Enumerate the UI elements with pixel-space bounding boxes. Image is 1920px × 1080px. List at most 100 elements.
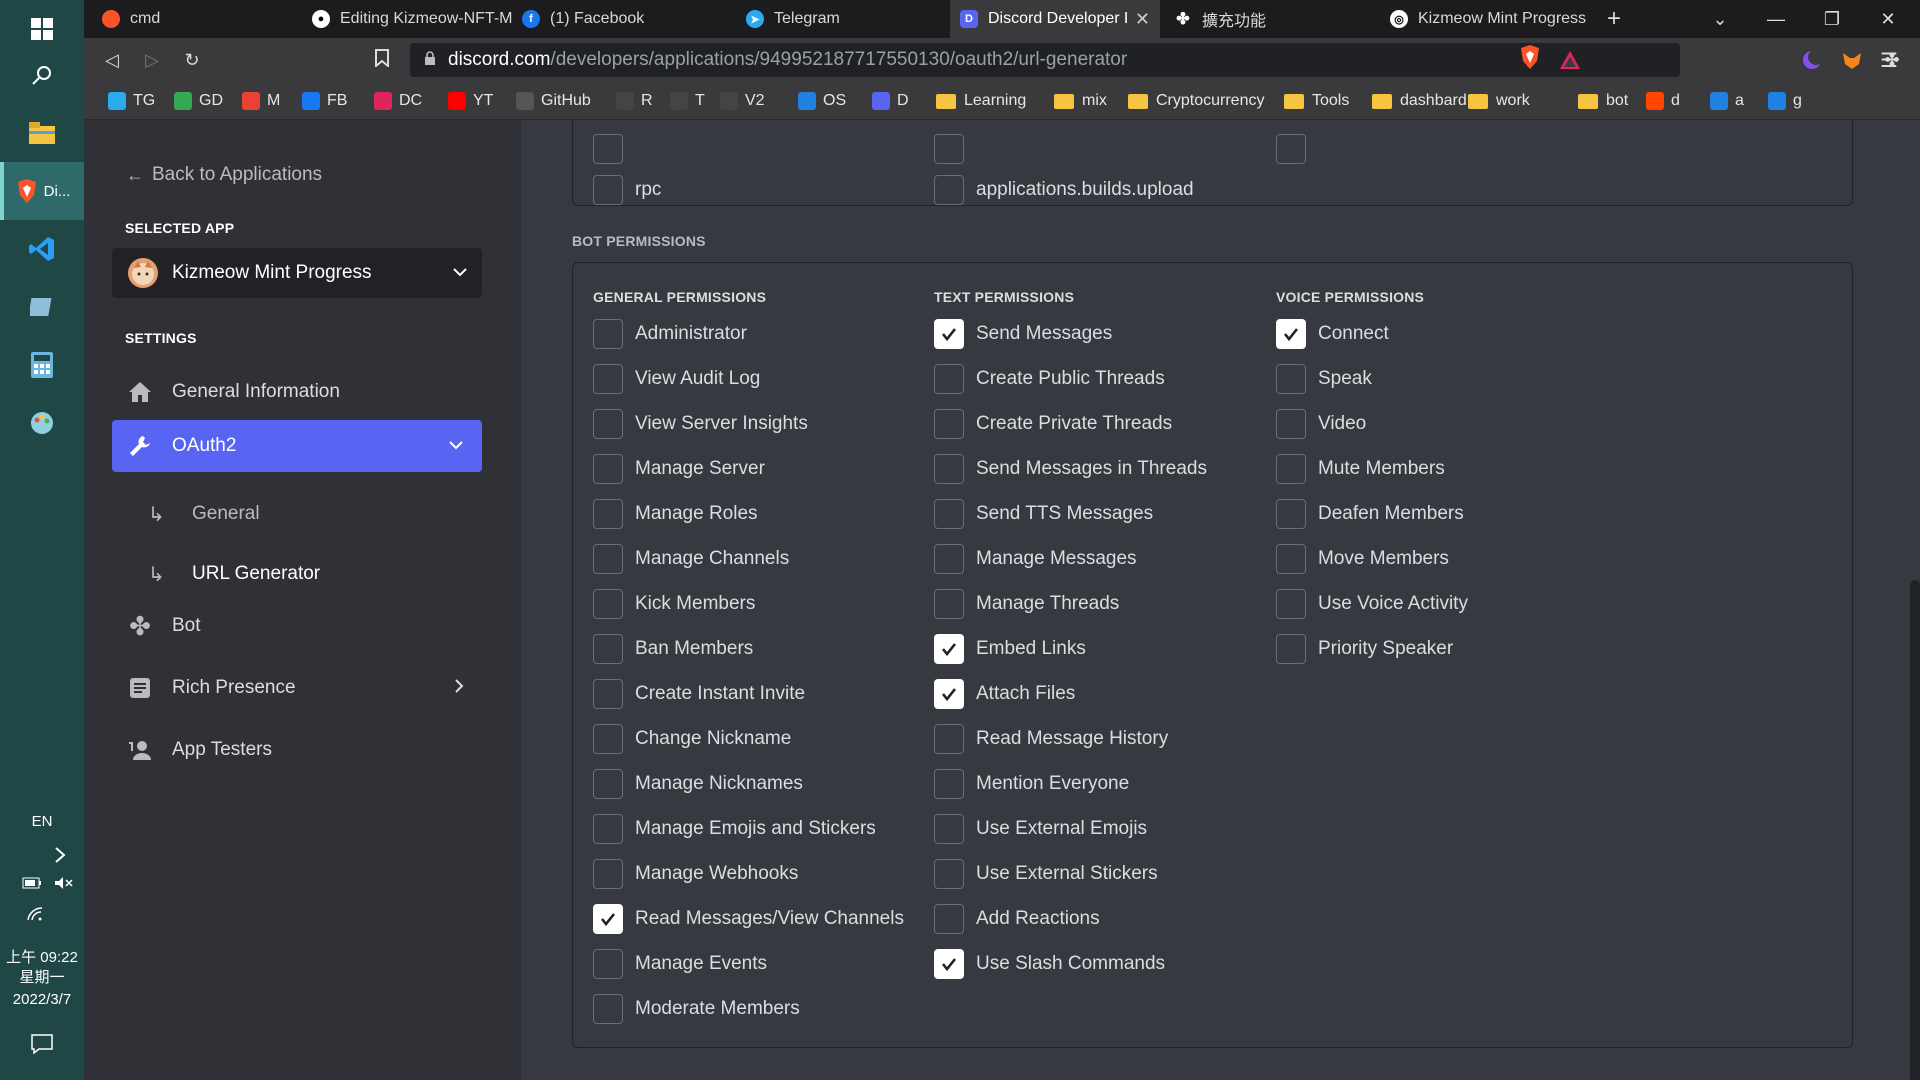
tab-cmd[interactable]: cmd (92, 0, 302, 38)
checkbox-unchecked[interactable] (593, 679, 623, 709)
bookmark-gd[interactable]: GD (174, 82, 223, 120)
brave-rewards-icon[interactable] (1558, 48, 1582, 72)
taskbar-search-button[interactable] (0, 46, 84, 104)
permission-kick-members[interactable]: Kick Members (593, 588, 755, 620)
permission-use-voice-activity[interactable]: Use Voice Activity (1276, 588, 1468, 620)
checkbox-unchecked[interactable] (934, 499, 964, 529)
permission-speak[interactable]: Speak (1276, 363, 1372, 395)
battery-icon[interactable] (22, 876, 42, 895)
checkbox-unchecked[interactable] (934, 769, 964, 799)
checkbox-unchecked[interactable] (593, 769, 623, 799)
sidebar-item-rich-presence[interactable]: Rich Presence (112, 662, 482, 714)
bookmark-tg[interactable]: TG (108, 82, 155, 120)
new-tab-button[interactable]: + (1590, 0, 1638, 38)
scope-applications-builds-upload[interactable]: applications.builds.upload (934, 174, 1194, 206)
permission-moderate-members[interactable]: Moderate Members (593, 993, 800, 1025)
bookmark-button[interactable] (366, 44, 398, 76)
back-to-applications-link[interactable]: ← Back to Applications (126, 164, 322, 186)
close-tab-icon[interactable]: ✕ (1135, 9, 1150, 30)
tab-kizmeow[interactable]: ◎ Kizmeow Mint Progress (1380, 0, 1590, 38)
checkbox-unchecked[interactable] (593, 454, 623, 484)
sidebar-item-app-testers[interactable]: App Testers (112, 724, 482, 776)
permission-read-messages-view-channels[interactable]: Read Messages/View Channels (593, 903, 904, 935)
checkbox-checked[interactable] (1276, 319, 1306, 349)
forward-button[interactable]: ▷ (136, 44, 168, 76)
permission-ban-members[interactable]: Ban Members (593, 633, 753, 665)
bookmark-g[interactable]: g (1768, 82, 1802, 120)
browser-menu-button[interactable]: ☰ (1880, 48, 1898, 73)
permission-embed-links[interactable]: Embed Links (934, 633, 1086, 665)
notification-center-button[interactable] (0, 1016, 84, 1072)
taskbar-explorer[interactable] (0, 104, 84, 162)
checkbox-unchecked[interactable] (1276, 364, 1306, 394)
permission-priority-speaker[interactable]: Priority Speaker (1276, 633, 1453, 665)
checkbox-unchecked[interactable] (1276, 589, 1306, 619)
bookmark-a[interactable]: a (1710, 82, 1744, 120)
taskbar-brave-active[interactable]: Di... (0, 162, 84, 220)
permission-mention-everyone[interactable]: Mention Everyone (934, 768, 1129, 800)
permission-video[interactable]: Video (1276, 408, 1366, 440)
permission-change-nickname[interactable]: Change Nickname (593, 723, 791, 755)
tab-discord-developer[interactable]: D Discord Developer P ✕ (950, 0, 1160, 38)
checkbox-unchecked[interactable] (1276, 499, 1306, 529)
checkbox-unchecked[interactable] (934, 589, 964, 619)
checkbox-unchecked[interactable] (934, 904, 964, 934)
bookmark-m[interactable]: M (242, 82, 280, 120)
app-selector-dropdown[interactable]: Kizmeow Mint Progress (112, 248, 482, 298)
close-window-button[interactable]: ✕ (1860, 0, 1916, 38)
permission-deafen-members[interactable]: Deafen Members (1276, 498, 1464, 530)
checkbox-unchecked[interactable] (593, 814, 623, 844)
permission-send-messages-in-threads[interactable]: Send Messages in Threads (934, 453, 1207, 485)
checkbox-unchecked[interactable] (1276, 454, 1306, 484)
permission-view-server-insights[interactable]: View Server Insights (593, 408, 808, 440)
minimize-button[interactable]: — (1748, 0, 1804, 38)
tray-expand-button[interactable] (0, 828, 84, 882)
bookmark-mix[interactable]: mix (1054, 82, 1107, 120)
sidebar-item-oauth2[interactable]: OAuth2 (112, 420, 482, 472)
bookmark-cryptocurrency[interactable]: Cryptocurrency (1128, 82, 1264, 120)
tab-facebook[interactable]: f (1) Facebook (512, 0, 722, 38)
clock-weekday[interactable]: 星期一 (0, 968, 84, 988)
bookmark-dc[interactable]: DC (374, 82, 422, 120)
scope-checkbox-partial-3[interactable] (1276, 133, 1318, 165)
checkbox-unchecked[interactable] (934, 364, 964, 394)
permission-mute-members[interactable]: Mute Members (1276, 453, 1445, 485)
checkbox-checked[interactable] (934, 634, 964, 664)
scope-rpc[interactable]: rpc (593, 174, 661, 206)
checkbox-checked[interactable] (934, 679, 964, 709)
permission-manage-threads[interactable]: Manage Threads (934, 588, 1119, 620)
brave-shields-icon[interactable] (1518, 45, 1542, 69)
bookmark-v2[interactable]: V2 (720, 82, 765, 120)
checkbox-unchecked[interactable] (593, 724, 623, 754)
taskbar-calculator[interactable] (0, 336, 84, 394)
permission-use-external-stickers[interactable]: Use External Stickers (934, 858, 1158, 890)
bookmark-dashbard[interactable]: dashbard (1372, 82, 1467, 120)
permission-view-audit-log[interactable]: View Audit Log (593, 363, 760, 395)
checkbox-unchecked[interactable] (934, 409, 964, 439)
permission-move-members[interactable]: Move Members (1276, 543, 1449, 575)
checkbox-unchecked[interactable] (593, 544, 623, 574)
checkbox-unchecked[interactable] (593, 589, 623, 619)
permission-create-instant-invite[interactable]: Create Instant Invite (593, 678, 805, 710)
bookmark-github[interactable]: GitHub (516, 82, 591, 120)
checkbox-unchecked[interactable] (593, 409, 623, 439)
bookmark-fb[interactable]: FB (302, 82, 347, 120)
scrollbar[interactable] (1910, 580, 1920, 1080)
scope-checkbox-partial-1[interactable] (593, 133, 635, 165)
checkbox-unchecked[interactable] (593, 949, 623, 979)
permission-attach-files[interactable]: Attach Files (934, 678, 1075, 710)
checkbox-unchecked[interactable] (593, 499, 623, 529)
checkbox-unchecked[interactable] (934, 859, 964, 889)
taskbar-app-notes[interactable] (0, 278, 84, 336)
reload-button[interactable]: ↻ (176, 44, 208, 76)
permission-manage-webhooks[interactable]: Manage Webhooks (593, 858, 798, 890)
permission-use-external-emojis[interactable]: Use External Emojis (934, 813, 1147, 845)
checkbox-unchecked[interactable] (934, 814, 964, 844)
bookmark-d[interactable]: D (872, 82, 909, 120)
permission-manage-nicknames[interactable]: Manage Nicknames (593, 768, 803, 800)
bookmark-bot[interactable]: bot (1578, 82, 1628, 120)
checkbox-unchecked[interactable] (593, 319, 623, 349)
bookmark-r[interactable]: R (616, 82, 653, 120)
permission-manage-channels[interactable]: Manage Channels (593, 543, 789, 575)
sidebar-item-general-information[interactable]: General Information (112, 366, 482, 418)
